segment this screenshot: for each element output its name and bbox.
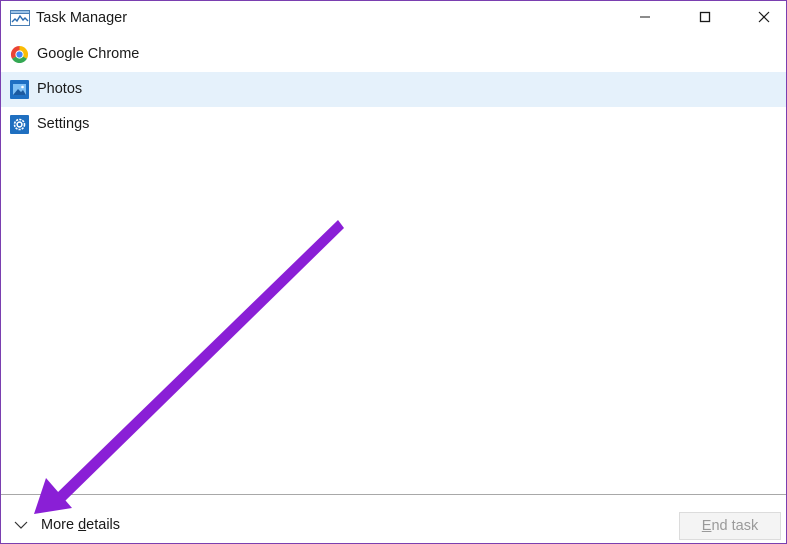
- end-task-label-suffix: nd task: [711, 518, 759, 534]
- process-label: Google Chrome: [37, 46, 140, 62]
- minimize-icon: [639, 10, 651, 28]
- chrome-icon: [10, 45, 29, 64]
- process-row-photos[interactable]: Photos: [1, 72, 786, 107]
- maximize-icon: [699, 10, 711, 28]
- process-list: Google Chrome Photos Settings: [1, 37, 786, 142]
- minimize-button[interactable]: [622, 1, 668, 36]
- process-label: Photos: [37, 81, 83, 97]
- chevron-down-icon: [13, 517, 29, 533]
- task-manager-window: Task Manager Google Chrome Photos Settin…: [0, 0, 787, 544]
- more-details-label: More details: [41, 517, 120, 533]
- window-title: Task Manager: [36, 10, 128, 26]
- close-icon: [758, 10, 770, 28]
- more-details-label-prefix: More: [41, 517, 79, 533]
- title-bar[interactable]: Task Manager: [1, 1, 786, 36]
- more-details-accesskey: d: [78, 517, 87, 533]
- process-label: Settings: [37, 116, 90, 132]
- process-row-chrome[interactable]: Google Chrome: [1, 37, 786, 72]
- settings-icon: [10, 115, 29, 134]
- end-task-accesskey: E: [701, 518, 712, 534]
- photos-icon: [10, 80, 29, 99]
- more-details-button[interactable]: More details: [13, 511, 120, 539]
- task-manager-icon: [10, 10, 30, 26]
- process-row-settings[interactable]: Settings: [1, 107, 786, 142]
- end-task-button[interactable]: End task: [679, 512, 781, 540]
- more-details-label-suffix: etails: [86, 517, 121, 533]
- footer-divider: [1, 494, 786, 495]
- maximize-button[interactable]: [682, 1, 728, 36]
- close-button[interactable]: [741, 1, 787, 36]
